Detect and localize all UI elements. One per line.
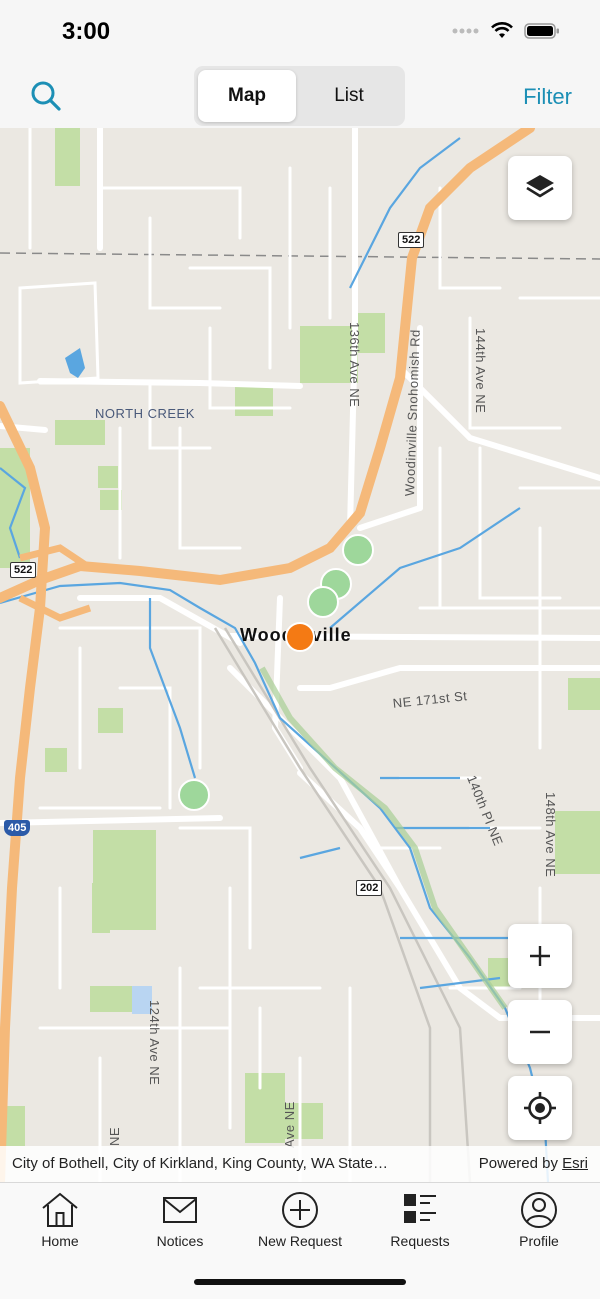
tab-notices[interactable]: Notices	[120, 1191, 240, 1255]
zoom-out-button[interactable]	[508, 1000, 572, 1064]
tab-new-request-label: New Request	[257, 1233, 343, 1249]
tab-notices-label: Notices	[156, 1233, 204, 1249]
powered-by-text: Powered by	[478, 1155, 558, 1172]
route-202-shield: 202	[356, 880, 383, 896]
tab-home[interactable]: Home	[0, 1191, 120, 1255]
filter-button[interactable]: Filter	[523, 84, 572, 110]
plus-circle-icon	[282, 1192, 318, 1228]
list-icon	[404, 1194, 436, 1223]
request-point[interactable]	[178, 779, 210, 811]
map-label-148th-ave: 148th Ave NE	[543, 792, 558, 878]
crosshair-icon	[524, 1092, 556, 1124]
map-label-136th-ave: 136th Ave NE	[347, 322, 362, 408]
profile-icon	[521, 1192, 557, 1228]
plus-icon	[530, 946, 550, 966]
tab-new-request[interactable]: New Request	[240, 1191, 360, 1255]
battery-icon	[524, 23, 559, 39]
home-indicator	[194, 1279, 406, 1285]
status-time: 3:00	[62, 18, 111, 45]
tab-profile[interactable]: Profile	[479, 1191, 599, 1255]
selected-request-point[interactable]	[285, 622, 315, 652]
route-522-shield-top: 522	[398, 232, 425, 248]
interstate-405-shield: 405	[4, 820, 31, 836]
nav-bar: Map List Filter	[0, 64, 600, 128]
envelope-icon	[163, 1197, 197, 1223]
route-522-shield-left: 522	[10, 562, 37, 578]
esri-link[interactable]: Esri	[562, 1155, 588, 1172]
tab-home-label: Home	[41, 1233, 79, 1249]
tab-profile-label: Profile	[519, 1233, 559, 1249]
request-point[interactable]	[307, 586, 339, 618]
signal-icon	[452, 28, 479, 34]
list-segment[interactable]: List	[300, 70, 398, 122]
home-icon	[42, 1192, 78, 1227]
powered-by-esri: Powered by Esri	[479, 1155, 588, 1172]
search-icon	[31, 81, 61, 111]
map-label-ne-bottom: NE	[107, 1126, 122, 1146]
map-view[interactable]: NORTH CREEK 136th Ave NE Woodinville Sno…	[0, 128, 600, 1182]
wifi-icon	[491, 22, 513, 38]
map-label-124th-ave: 124th Ave NE	[147, 1000, 162, 1086]
map-attribution: City of Bothell, City of Kirkland, King …	[0, 1146, 600, 1182]
map-segment[interactable]: Map	[198, 70, 296, 122]
attribution-sources[interactable]: City of Bothell, City of Kirkland, King …	[12, 1155, 388, 1172]
map-label-ave-ne-bottom: Ave NE	[282, 1101, 297, 1148]
tab-requests[interactable]: Requests	[360, 1191, 480, 1255]
map-label-north-creek: NORTH CREEK	[95, 406, 195, 421]
minus-icon	[530, 1030, 550, 1034]
request-point[interactable]	[342, 534, 374, 566]
status-bar: 3:00	[0, 0, 600, 64]
status-icons	[452, 22, 560, 40]
tab-requests-label: Requests	[390, 1233, 450, 1249]
search-button[interactable]	[28, 78, 64, 114]
zoom-in-button[interactable]	[508, 924, 572, 988]
map-label-144th-ave: 144th Ave NE	[473, 328, 488, 414]
view-segmented-control: Map List	[194, 66, 405, 126]
locate-button[interactable]	[508, 1076, 572, 1140]
layers-icon	[526, 175, 554, 198]
layers-button[interactable]	[508, 156, 572, 220]
